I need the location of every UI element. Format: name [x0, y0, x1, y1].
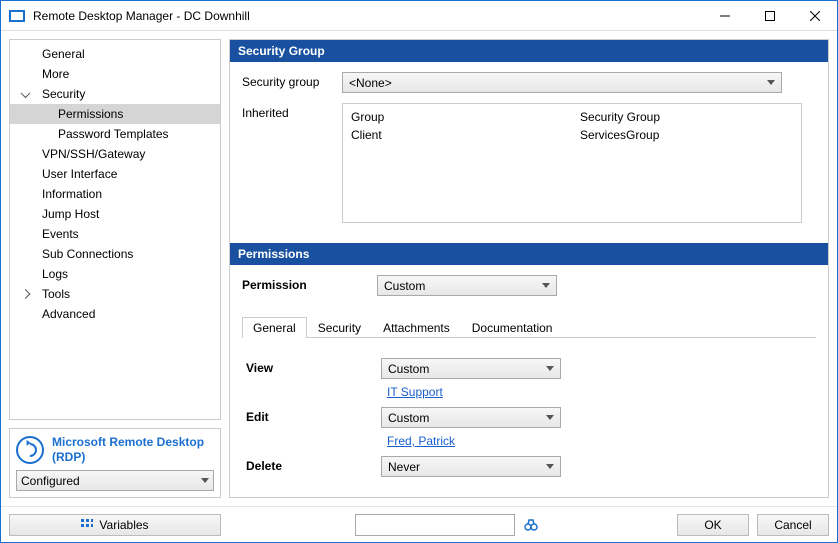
perm-delete-value: Never [388, 460, 420, 474]
tab-general[interactable]: General [242, 317, 307, 338]
ok-button[interactable]: OK [677, 514, 749, 536]
chevron-down-icon [546, 366, 554, 371]
search-button[interactable] [519, 514, 543, 536]
inherited-row-sg: ServicesGroup [580, 126, 793, 144]
perm-view-value: Custom [388, 362, 429, 376]
connection-info-panel: Microsoft Remote Desktop (RDP) Configure… [9, 428, 221, 498]
nav-item-general[interactable]: General [10, 44, 220, 64]
permission-tabs: General Security Attachments Documentati… [242, 316, 816, 338]
titlebar: Remote Desktop Manager - DC Downhill [1, 1, 837, 31]
chevron-down-icon [542, 283, 550, 288]
perm-delete-label: Delete [246, 456, 381, 473]
inherited-label: Inherited [242, 103, 342, 120]
nav-item-logs[interactable]: Logs [10, 264, 220, 284]
grid-icon [81, 519, 93, 531]
nav-item-tools[interactable]: Tools [10, 284, 220, 304]
binoculars-icon [524, 518, 538, 532]
connection-status-value: Configured [21, 474, 80, 488]
nav-item-more[interactable]: More [10, 64, 220, 84]
nav-item-sub-connections[interactable]: Sub Connections [10, 244, 220, 264]
search-input[interactable] [355, 514, 515, 536]
permissions-header: Permissions [230, 243, 828, 265]
nav-item-vpn[interactable]: VPN/SSH/Gateway [10, 144, 220, 164]
connection-status-select[interactable]: Configured [16, 470, 214, 491]
minimize-button[interactable] [702, 1, 747, 30]
dialog-footer: Variables OK Cancel [1, 506, 837, 542]
tab-security[interactable]: Security [307, 317, 372, 338]
security-group-value: <None> [349, 76, 392, 90]
chevron-down-icon [201, 478, 209, 483]
nav-item-ui[interactable]: User Interface [10, 164, 220, 184]
maximize-button[interactable] [747, 1, 792, 30]
permission-value: Custom [384, 279, 425, 293]
nav-item-security[interactable]: Security [10, 84, 220, 104]
chevron-down-icon [546, 415, 554, 420]
nav-tree: General More Security Permissions Passwo… [9, 39, 221, 420]
tab-documentation[interactable]: Documentation [461, 317, 564, 338]
inherited-table: Group Client Security Group ServicesGrou… [342, 103, 802, 223]
variables-label: Variables [99, 518, 148, 532]
window-title: Remote Desktop Manager - DC Downhill [33, 9, 702, 23]
perm-edit-value: Custom [388, 411, 429, 425]
perm-edit-who-link[interactable]: Fred, Patrick [381, 434, 561, 448]
nav-item-permissions[interactable]: Permissions [10, 104, 220, 124]
perm-delete-select[interactable]: Never [381, 456, 561, 477]
security-group-header: Security Group [230, 40, 828, 62]
chevron-down-icon [546, 464, 554, 469]
security-group-label: Security group [242, 72, 342, 89]
tab-attachments[interactable]: Attachments [372, 317, 461, 338]
nav-item-password-templates[interactable]: Password Templates [10, 124, 220, 144]
inherited-col2-header: Security Group [580, 108, 793, 126]
inherited-col1-header: Group [351, 108, 564, 126]
security-group-select[interactable]: <None> [342, 72, 782, 93]
cancel-button[interactable]: Cancel [757, 514, 829, 536]
app-icon [9, 10, 25, 22]
chevron-down-icon [767, 80, 775, 85]
close-button[interactable] [792, 1, 837, 30]
nav-item-jump-host[interactable]: Jump Host [10, 204, 220, 224]
window-controls [702, 1, 837, 30]
perm-view-select[interactable]: Custom [381, 358, 561, 379]
permission-select[interactable]: Custom [377, 275, 557, 296]
nav-item-events[interactable]: Events [10, 224, 220, 244]
permission-label: Permission [242, 275, 377, 292]
perm-edit-label: Edit [246, 407, 381, 424]
perm-view-who-link[interactable]: IT Support [381, 385, 561, 399]
variables-button[interactable]: Variables [9, 514, 221, 536]
nav-item-information[interactable]: Information [10, 184, 220, 204]
rdp-icon [16, 436, 44, 464]
nav-item-advanced[interactable]: Advanced [10, 304, 220, 324]
connection-type-label: Microsoft Remote Desktop (RDP) [52, 435, 214, 464]
inherited-row-group: Client [351, 126, 564, 144]
perm-edit-select[interactable]: Custom [381, 407, 561, 428]
perm-view-label: View [246, 358, 381, 375]
